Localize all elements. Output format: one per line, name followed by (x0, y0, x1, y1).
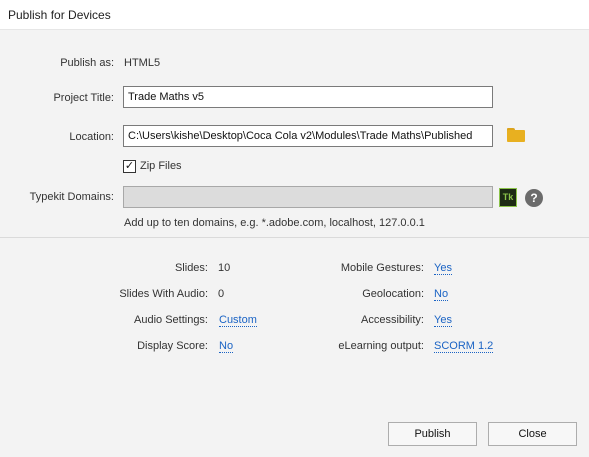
display-score-label: Display Score: (137, 340, 208, 352)
location-input[interactable]: C:\Users\kishe\Desktop\Coca Cola v2\Modu… (123, 125, 493, 147)
close-button[interactable]: Close (488, 422, 577, 446)
project-title-label: Project Title: (53, 92, 114, 104)
project-title-input[interactable]: Trade Maths v5 (123, 86, 493, 108)
typekit-icon[interactable]: Tk (499, 188, 517, 207)
slides-with-audio-value: 0 (218, 288, 225, 300)
zip-files-label: Zip Files (140, 160, 182, 172)
mobile-gestures-link[interactable]: Yes (434, 262, 452, 275)
title-bar: Publish for Devices (0, 0, 589, 30)
typekit-domains-input[interactable] (123, 186, 493, 208)
publish-as-label: Publish as: (60, 57, 114, 69)
accessibility-link[interactable]: Yes (434, 314, 452, 327)
folder-body (507, 130, 525, 142)
slides-with-audio-label: Slides With Audio: (119, 288, 208, 300)
window-title: Publish for Devices (8, 8, 111, 22)
typekit-hint: Add up to ten domains, e.g. *.adobe.com,… (124, 217, 425, 229)
folder-icon[interactable] (507, 128, 525, 142)
zip-files-checkbox[interactable]: ✓ (123, 160, 136, 173)
geolocation-link[interactable]: No (434, 288, 449, 301)
location-label: Location: (69, 131, 114, 143)
elearning-output-link[interactable]: SCORM 1.2 (434, 340, 494, 353)
geolocation-label: Geolocation: (362, 288, 424, 300)
help-icon[interactable]: ? (525, 189, 543, 207)
audio-settings-link[interactable]: Custom (219, 314, 257, 327)
typekit-domains-label: Typekit Domains: (29, 191, 114, 203)
mobile-gestures-label: Mobile Gestures: (340, 262, 424, 274)
publish-as-value: HTML5 (124, 57, 161, 69)
section-divider (0, 237, 589, 238)
audio-settings-label: Audio Settings: (134, 314, 208, 326)
publish-button[interactable]: Publish (388, 422, 477, 446)
slides-value: 10 (218, 262, 231, 274)
accessibility-label: Accessibility: (361, 314, 424, 326)
display-score-link[interactable]: No (219, 340, 234, 353)
slides-label: Slides: (174, 262, 208, 274)
elearning-output-label: eLearning output: (338, 340, 424, 352)
